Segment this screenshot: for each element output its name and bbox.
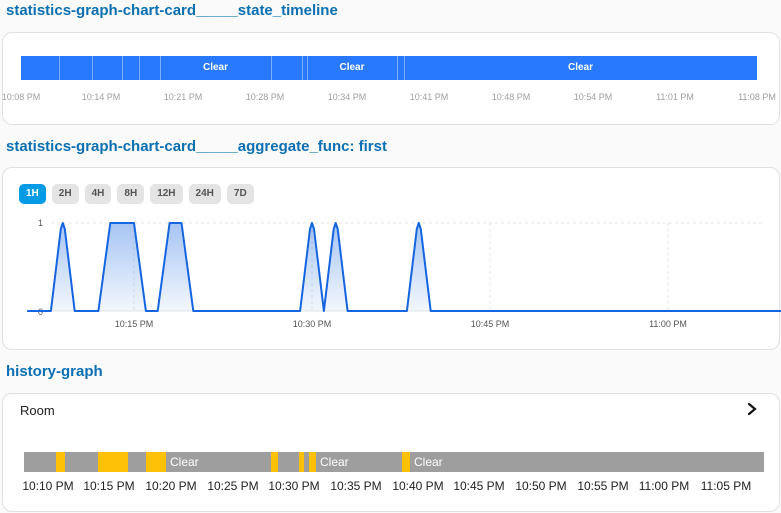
timeline-divider: [122, 56, 123, 80]
history-tick-label: 11:05 PM: [700, 479, 752, 493]
timeline-divider: [397, 56, 398, 80]
history-tick-label: 10:55 PM: [577, 479, 629, 493]
active-state-segment[interactable]: [402, 452, 410, 472]
history-tick-label: 10:35 PM: [330, 479, 382, 493]
x-tick-label: 10:45 PM: [471, 319, 510, 329]
history-tick-label: 11:00 PM: [638, 479, 690, 493]
history-timeline-bar[interactable]: Clear Clear Clear: [24, 452, 764, 472]
statistics-line-chart[interactable]: 1 0 10:15 PM 10:30 PM 10:45 PM 11:00 PM: [3, 168, 781, 349]
timeline-tick-label: 10:34 PM: [327, 92, 367, 102]
stats-section-title: statistics-graph-chart-card_____aggregat…: [6, 138, 387, 155]
active-state-segment[interactable]: [56, 452, 65, 472]
history-section-title: history-graph: [6, 363, 103, 380]
timeline-divider: [271, 56, 272, 80]
timeline-divider: [92, 56, 93, 80]
timeline-tick-label: 10:48 PM: [491, 92, 531, 102]
entity-name[interactable]: Room: [20, 403, 55, 418]
history-state-label: Clear: [170, 455, 199, 469]
active-state-segment[interactable]: [299, 452, 304, 472]
timeline-tick-label: 11:08 PM: [738, 92, 776, 102]
history-tick-label: 10:50 PM: [515, 479, 567, 493]
history-tick-label: 10:30 PM: [268, 479, 320, 493]
timeline-tick-label: 11:01 PM: [656, 92, 694, 102]
history-tick-label: 10:25 PM: [207, 479, 259, 493]
timeline-tick-label: 10:08 PM: [1, 92, 41, 102]
timeline-section-title: statistics-graph-chart-card_____state_ti…: [6, 2, 338, 19]
history-tick-label: 10:15 PM: [83, 479, 135, 493]
history-state-label: Clear: [414, 455, 443, 469]
x-tick-label: 11:00 PM: [649, 319, 687, 329]
timeline-divider: [302, 56, 303, 80]
history-tick-label: 10:20 PM: [145, 479, 197, 493]
active-state-segment[interactable]: [309, 452, 316, 472]
timeline-state-label: Clear: [567, 62, 593, 73]
timeline-tick-label: 10:28 PM: [245, 92, 285, 102]
active-state-segment[interactable]: [146, 452, 166, 472]
y-tick-label: 1: [38, 218, 43, 228]
x-tick-label: 10:30 PM: [293, 319, 332, 329]
history-card: Room Clear Clear Clear 10:10 PM 10:15 PM…: [2, 393, 780, 512]
timeline-tick-label: 10:14 PM: [81, 92, 121, 102]
timeline-divider: [139, 56, 140, 80]
history-tick-label: 10:10 PM: [22, 479, 74, 493]
timeline-tick-label: 10:54 PM: [573, 92, 613, 102]
timeline-state-label: Clear: [202, 62, 228, 73]
timeline-state-label: Clear: [339, 62, 365, 73]
history-tick-label: 10:40 PM: [392, 479, 444, 493]
history-state-label: Clear: [320, 455, 349, 469]
history-tick-label: 10:45 PM: [453, 479, 505, 493]
statistics-card: 1H 2H 4H 8H 12H 24H 7D 1 0 10:15 PM 10:3…: [2, 167, 781, 350]
timeline-divider: [59, 56, 60, 80]
timeline-card: Clear Clear Clear 10:08 PM 10:14 PM 10:2…: [2, 32, 780, 125]
x-tick-label: 10:15 PM: [115, 319, 154, 329]
chevron-right-icon[interactable]: [745, 401, 759, 417]
active-state-segment[interactable]: [98, 452, 128, 472]
timeline-tick-label: 10:41 PM: [409, 92, 449, 102]
state-timeline-bar[interactable]: Clear Clear Clear: [21, 56, 757, 80]
active-state-segment[interactable]: [271, 452, 278, 472]
timeline-tick-label: 10:21 PM: [163, 92, 203, 102]
